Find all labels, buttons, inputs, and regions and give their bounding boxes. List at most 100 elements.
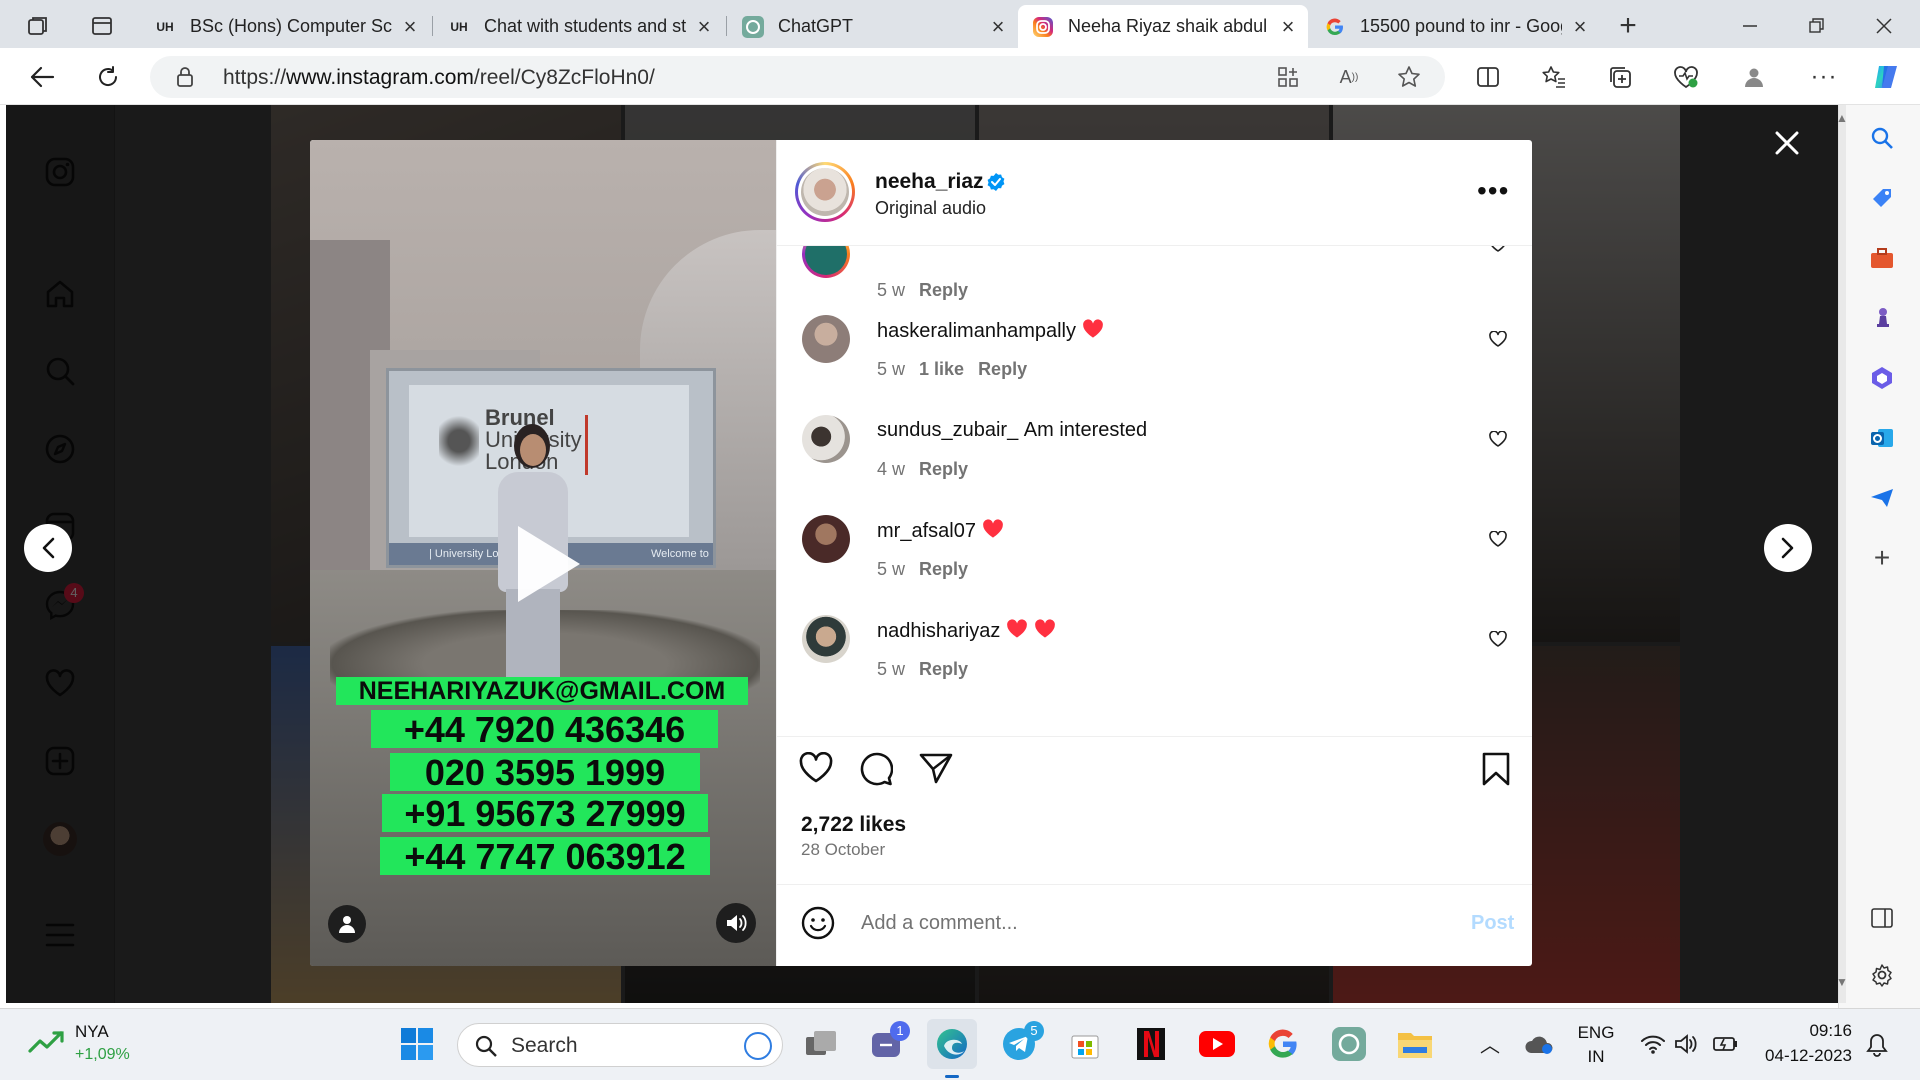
microsoft-store-icon[interactable] bbox=[1060, 1019, 1110, 1069]
previous-post-chevron-icon[interactable] bbox=[24, 524, 72, 572]
close-tab-icon[interactable]: × bbox=[988, 15, 1008, 37]
share-send-icon[interactable] bbox=[919, 752, 953, 784]
battery-icon[interactable] bbox=[1712, 1033, 1740, 1055]
shopping-tag-icon[interactable] bbox=[1867, 183, 1897, 213]
reply-button[interactable]: Reply bbox=[919, 659, 968, 679]
file-explorer-icon[interactable] bbox=[1390, 1019, 1440, 1069]
wifi-icon[interactable] bbox=[1640, 1033, 1666, 1055]
favorite-star-icon[interactable] bbox=[1396, 64, 1422, 90]
tab-instagram-active[interactable]: Neeha Riyaz shaik abdul × bbox=[1018, 5, 1308, 48]
comment-like-count[interactable]: 1 like bbox=[919, 359, 964, 379]
app-available-icon[interactable] bbox=[1275, 64, 1301, 90]
original-audio-link[interactable]: Original audio bbox=[875, 198, 986, 219]
close-tab-icon[interactable]: × bbox=[694, 15, 714, 37]
likes-count[interactable]: 2,722 likes bbox=[801, 813, 906, 837]
add-comment-input[interactable]: Add a comment... bbox=[861, 912, 1421, 940]
reply-button[interactable]: Reply bbox=[978, 359, 1027, 379]
collections-icon[interactable] bbox=[1606, 63, 1634, 91]
commenter-avatar[interactable] bbox=[802, 615, 850, 663]
onedrive-cloud-icon[interactable] bbox=[1524, 1033, 1554, 1055]
avatar-story-ring[interactable] bbox=[795, 162, 855, 222]
search-icon[interactable] bbox=[1867, 123, 1897, 153]
scrollbar-track[interactable] bbox=[1839, 105, 1846, 1003]
reply-button[interactable]: Reply bbox=[919, 459, 968, 479]
reply-button[interactable]: Reply bbox=[919, 280, 968, 300]
chatgpt-app-icon[interactable] bbox=[1324, 1019, 1374, 1069]
stock-widget-label[interactable]: NYA bbox=[75, 1022, 109, 1042]
next-post-chevron-icon[interactable] bbox=[1764, 524, 1812, 572]
workspaces-icon[interactable] bbox=[24, 12, 52, 40]
audio-speaker-icon[interactable] bbox=[716, 903, 756, 943]
favorites-icon[interactable] bbox=[1540, 63, 1568, 91]
close-window-icon[interactable] bbox=[1870, 12, 1898, 40]
minimize-window-icon[interactable] bbox=[1736, 12, 1764, 40]
close-tab-icon[interactable]: × bbox=[1278, 15, 1298, 37]
back-arrow-icon[interactable] bbox=[26, 61, 58, 93]
close-modal-icon[interactable] bbox=[1769, 125, 1805, 161]
lock-icon[interactable] bbox=[174, 66, 196, 88]
hide-sidebar-icon[interactable] bbox=[1867, 903, 1897, 933]
comment-username[interactable]: haskeralimanhampally bbox=[877, 319, 1104, 343]
copilot-icon[interactable] bbox=[1870, 61, 1902, 93]
new-tab-plus-icon[interactable]: + bbox=[1612, 9, 1644, 42]
settings-gear-icon[interactable] bbox=[1867, 960, 1897, 990]
youtube-icon[interactable] bbox=[1192, 1019, 1242, 1069]
tab-chat-with-students[interactable]: UH Chat with students and staff × bbox=[434, 5, 724, 48]
like-comment-heart-icon[interactable] bbox=[1489, 631, 1507, 647]
close-tab-icon[interactable]: × bbox=[1570, 15, 1590, 37]
add-sidebar-app-plus-icon[interactable]: + bbox=[1867, 542, 1897, 573]
refresh-icon[interactable] bbox=[92, 61, 124, 93]
post-username[interactable]: neeha_riaz bbox=[875, 170, 984, 194]
commenter-avatar[interactable] bbox=[802, 415, 850, 463]
restore-window-icon[interactable] bbox=[1802, 12, 1830, 40]
comments-list[interactable]: 5 w Reply haskeralimanhampally 5 w 1 like R… bbox=[777, 246, 1532, 736]
comment-username[interactable]: nadhishariyaz bbox=[877, 619, 1056, 643]
windows-start-icon[interactable] bbox=[392, 1019, 442, 1069]
tab-bsc-computer-science[interactable]: UH BSc (Hons) Computer Science × bbox=[140, 5, 430, 48]
commenter-avatar[interactable] bbox=[802, 246, 850, 278]
google-chrome-icon[interactable] bbox=[1258, 1019, 1308, 1069]
like-heart-icon[interactable] bbox=[799, 752, 833, 784]
more-options-icon[interactable]: ••• bbox=[1477, 177, 1509, 205]
like-comment-heart-icon[interactable] bbox=[1489, 246, 1507, 252]
volume-speaker-icon[interactable] bbox=[1674, 1033, 1700, 1055]
tools-briefcase-icon[interactable] bbox=[1867, 243, 1897, 273]
comment-bubble-icon[interactable] bbox=[859, 752, 893, 786]
task-view-icon[interactable] bbox=[796, 1019, 846, 1069]
tagged-user-icon[interactable] bbox=[328, 905, 366, 943]
comment-username[interactable]: sundus_zubair_ Am interested bbox=[877, 419, 1147, 442]
reply-button[interactable]: Reply bbox=[919, 559, 968, 579]
like-comment-heart-icon[interactable] bbox=[1489, 331, 1507, 347]
stock-trend-icon[interactable] bbox=[28, 1031, 64, 1055]
netflix-icon[interactable] bbox=[1126, 1019, 1176, 1069]
notification-bell-icon[interactable] bbox=[1866, 1033, 1888, 1057]
clock[interactable]: 09:16 04-12-2023 bbox=[1762, 1021, 1852, 1066]
split-screen-icon[interactable] bbox=[1474, 63, 1502, 91]
taskbar-search-box[interactable]: Search bbox=[457, 1023, 783, 1067]
address-bar[interactable]: https://www.instagram.com/reel/Cy8ZcFloH… bbox=[150, 56, 1445, 98]
read-aloud-icon[interactable]: A)) bbox=[1336, 64, 1362, 90]
url-text[interactable]: https://www.instagram.com/reel/Cy8ZcFloH… bbox=[223, 66, 655, 90]
commenter-avatar[interactable] bbox=[802, 515, 850, 563]
emoji-smiley-icon[interactable] bbox=[801, 906, 835, 940]
games-chess-icon[interactable] bbox=[1867, 303, 1897, 333]
like-comment-heart-icon[interactable] bbox=[1489, 531, 1507, 547]
outlook-icon[interactable] bbox=[1867, 423, 1897, 453]
more-menu-icon[interactable]: ··· bbox=[1810, 63, 1838, 91]
reel-video[interactable]: Brunel University London | University Lo… bbox=[310, 140, 776, 966]
commenter-avatar[interactable] bbox=[802, 315, 850, 363]
tab-google-search[interactable]: 15500 pound to inr - Google × bbox=[1310, 5, 1600, 48]
close-tab-icon[interactable]: × bbox=[400, 15, 420, 37]
show-hidden-icons-chevron-icon[interactable]: ︿ bbox=[1480, 1029, 1500, 1058]
drop-send-icon[interactable] bbox=[1867, 483, 1897, 513]
play-button-icon[interactable] bbox=[496, 516, 592, 612]
microsoft-365-icon[interactable] bbox=[1867, 363, 1897, 393]
browser-essentials-heart-icon[interactable] bbox=[1672, 63, 1700, 91]
tab-chatgpt[interactable]: ChatGPT × bbox=[728, 5, 1018, 48]
tab-actions-icon[interactable] bbox=[88, 12, 116, 40]
edge-browser-icon[interactable] bbox=[927, 1019, 977, 1069]
profile-avatar-icon[interactable] bbox=[1740, 63, 1768, 91]
post-comment-button[interactable]: Post bbox=[1471, 912, 1514, 935]
language-indicator[interactable]: ENG IN bbox=[1576, 1023, 1616, 1067]
save-bookmark-icon[interactable] bbox=[1481, 752, 1511, 786]
